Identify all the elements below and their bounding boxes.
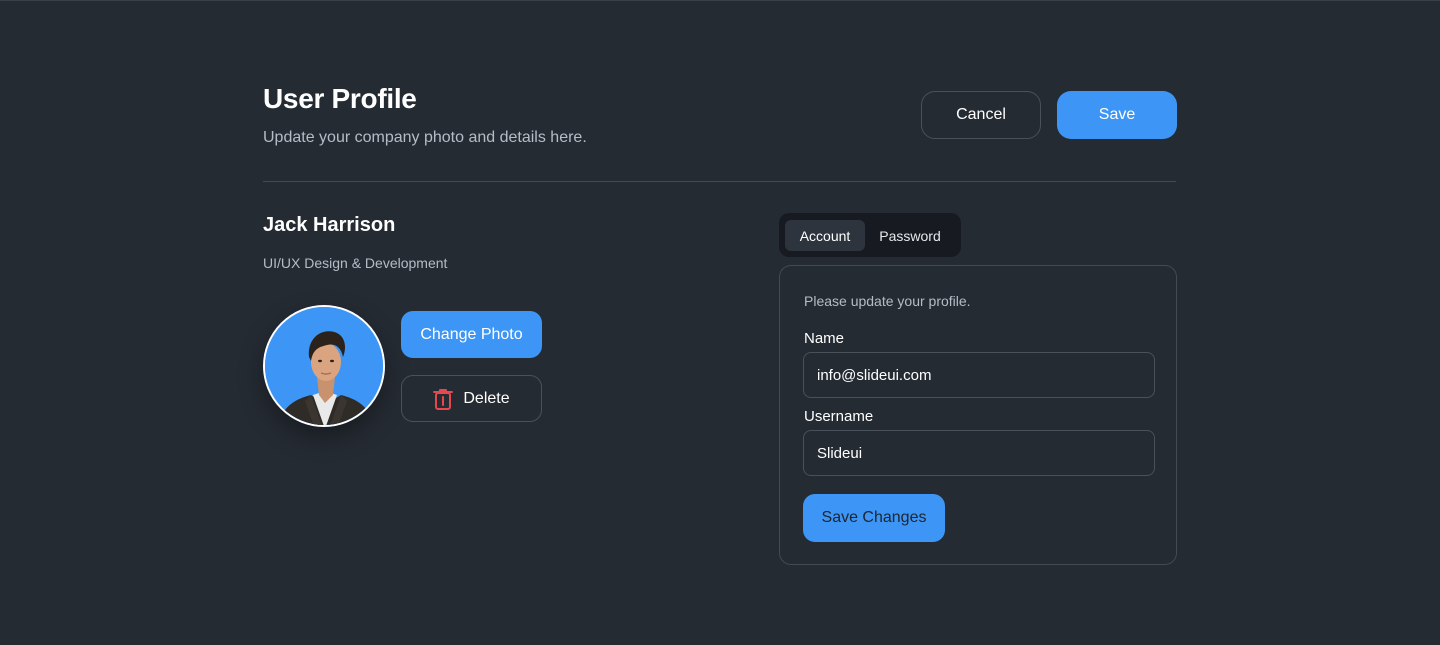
change-photo-button[interactable]: Change Photo bbox=[401, 311, 542, 358]
name-label: Name bbox=[804, 330, 845, 347]
cancel-button[interactable]: Cancel bbox=[921, 91, 1041, 139]
avatar bbox=[263, 305, 385, 427]
page-title: User Profile bbox=[263, 83, 417, 114]
profile-page: User Profile Update your company photo a… bbox=[0, 0, 1440, 645]
account-card: Please update your profile. Name Usernam… bbox=[779, 265, 1177, 565]
name-input[interactable] bbox=[803, 352, 1155, 398]
user-name: Jack Harrison bbox=[263, 214, 396, 236]
trash-icon bbox=[433, 388, 454, 410]
settings-tabs: Account Password bbox=[779, 213, 961, 257]
save-changes-button[interactable]: Save Changes bbox=[803, 494, 945, 542]
user-role: UI/UX Design & Development bbox=[263, 255, 448, 271]
tab-account[interactable]: Account bbox=[785, 220, 865, 251]
username-label: Username bbox=[804, 408, 874, 425]
tab-password[interactable]: Password bbox=[867, 220, 953, 251]
username-input[interactable] bbox=[803, 430, 1155, 476]
form-hint: Please update your profile. bbox=[804, 293, 971, 309]
page-subtitle: Update your company photo and details he… bbox=[263, 129, 587, 146]
header-divider bbox=[263, 181, 1176, 182]
delete-label: Delete bbox=[463, 389, 510, 407]
page-header: User Profile Update your company photo a… bbox=[263, 83, 1177, 153]
avatar-portrait bbox=[265, 307, 383, 425]
save-button[interactable]: Save bbox=[1057, 91, 1177, 139]
delete-photo-button[interactable]: Delete bbox=[401, 375, 542, 422]
